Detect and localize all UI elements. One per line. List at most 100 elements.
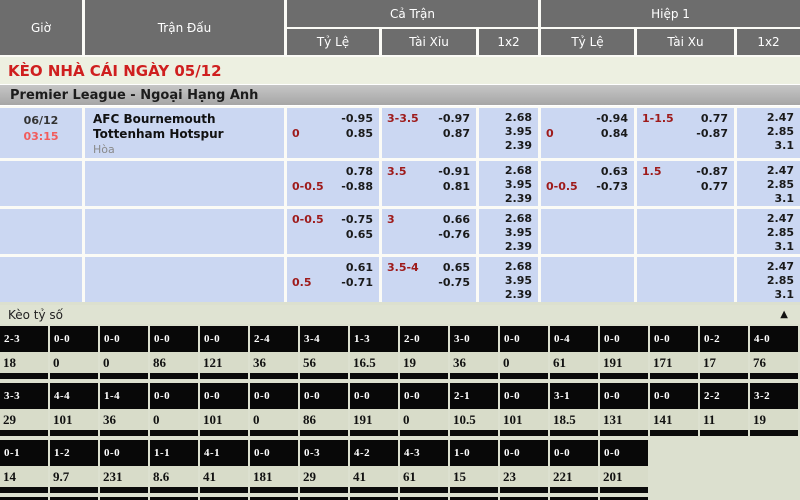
score-cell[interactable]: 1-4	[100, 383, 148, 409]
score-cell[interactable]: 0-2	[700, 326, 748, 352]
score-odds-cell[interactable]: 171	[650, 352, 698, 379]
score-cell[interactable]: 3-0	[450, 326, 498, 352]
odds-cell-h1-1x2[interactable]: 2.472.853.1	[737, 108, 800, 158]
score-odds-cell[interactable]: 76	[750, 352, 798, 379]
score-cell[interactable]: 4-2	[350, 440, 398, 466]
score-cell[interactable]: 0-0	[500, 440, 548, 466]
score-odds-cell[interactable]: 14	[0, 466, 48, 493]
score-cell[interactable]: 0-3	[300, 440, 348, 466]
score-cell[interactable]: 0-0	[500, 326, 548, 352]
score-odds-cell[interactable]: 29	[0, 409, 48, 436]
score-cell[interactable]: 0-0	[400, 383, 448, 409]
score-odds-cell[interactable]: 141	[650, 409, 698, 436]
score-cell[interactable]: 4-3	[400, 440, 448, 466]
league-header[interactable]: Premier League - Ngoại Hạng Anh	[0, 84, 800, 106]
score-odds-cell[interactable]: 0	[250, 409, 298, 436]
odds-cell-ft-overunder[interactable]: 3.5-40.65-0.75	[382, 257, 476, 302]
odds-cell-ft-handicap[interactable]: 0.780-0.5-0.88	[287, 161, 379, 206]
odds-cell-h1-1x2[interactable]: 2.472.853.1	[737, 257, 800, 302]
score-cell[interactable]: 2-3	[0, 326, 48, 352]
score-odds-cell[interactable]: 8.6	[150, 466, 198, 493]
odds-cell-h1-1x2[interactable]: 2.472.853.1	[737, 161, 800, 206]
score-cell[interactable]: 3-2	[750, 383, 798, 409]
odds-cell-ft-overunder[interactable]: 3-3.5-0.970.87	[382, 108, 476, 158]
score-cell[interactable]: 2-2	[700, 383, 748, 409]
score-cell[interactable]: 0-0	[350, 383, 398, 409]
odds-cell-ft-overunder[interactable]: 3.5-0.910.81	[382, 161, 476, 206]
score-odds-cell[interactable]: 0	[400, 409, 448, 436]
odds-cell-ft-1x2[interactable]: 2.683.952.39	[479, 209, 538, 254]
score-odds-cell[interactable]: 61	[550, 352, 598, 379]
score-odds-cell[interactable]: 18	[0, 352, 48, 379]
score-cell[interactable]: 3-3	[0, 383, 48, 409]
score-odds-cell[interactable]: 16.5	[350, 352, 398, 379]
score-odds-cell[interactable]: 191	[350, 409, 398, 436]
score-odds-cell[interactable]: 36	[450, 352, 498, 379]
score-odds-cell[interactable]: 36	[250, 352, 298, 379]
score-odds-cell[interactable]: 18.5	[550, 409, 598, 436]
score-cell[interactable]: 0-1	[0, 440, 48, 466]
score-odds-cell[interactable]: 86	[150, 352, 198, 379]
score-cell[interactable]: 0-0	[200, 383, 248, 409]
score-cell[interactable]: 0-0	[600, 326, 648, 352]
score-cell[interactable]: 0-0	[600, 440, 648, 466]
score-cell[interactable]: 2-4	[250, 326, 298, 352]
match-teams-cell[interactable]	[85, 161, 284, 206]
score-odds-cell[interactable]: 101	[200, 409, 248, 436]
score-cell[interactable]: 1-0	[450, 440, 498, 466]
score-cell[interactable]: 0-0	[100, 326, 148, 352]
score-cell[interactable]: 0-0	[50, 326, 98, 352]
score-odds-cell[interactable]: 36	[100, 409, 148, 436]
score-cell[interactable]: 0-0	[250, 440, 298, 466]
score-odds-cell[interactable]: 41	[200, 466, 248, 493]
match-teams-cell[interactable]	[85, 209, 284, 254]
score-odds-cell[interactable]: 29	[300, 466, 348, 493]
odds-cell-h1-handicap[interactable]: 0.630-0.5-0.73	[541, 161, 634, 206]
odds-cell-ft-1x2[interactable]: 2.683.952.39	[479, 257, 538, 302]
score-odds-cell[interactable]: 10.5	[450, 409, 498, 436]
score-odds-cell[interactable]: 0	[100, 352, 148, 379]
score-odds-cell[interactable]: 17	[700, 352, 748, 379]
odds-cell-ft-handicap[interactable]: 0.610.5-0.71	[287, 257, 379, 302]
odds-cell-h1-handicap[interactable]: -0.9400.84	[541, 108, 634, 158]
score-cell[interactable]: 2-0	[400, 326, 448, 352]
score-cell[interactable]: 1-2	[50, 440, 98, 466]
score-cell[interactable]: 0-0	[500, 383, 548, 409]
score-cell[interactable]: 2-1	[450, 383, 498, 409]
score-cell[interactable]: 4-1	[200, 440, 248, 466]
odds-cell-ft-overunder[interactable]: 30.66-0.76	[382, 209, 476, 254]
score-cell[interactable]: 0-0	[600, 383, 648, 409]
score-odds-cell[interactable]: 41	[350, 466, 398, 493]
odds-cell-h1-1x2[interactable]: 2.472.853.1	[737, 209, 800, 254]
score-odds-cell[interactable]: 0	[500, 352, 548, 379]
score-odds-cell[interactable]: 131	[600, 409, 648, 436]
score-odds-cell[interactable]: 86	[300, 409, 348, 436]
match-teams-cell[interactable]: AFC BournemouthTottenham HotspurHòa	[85, 108, 284, 158]
score-odds-cell[interactable]: 231	[100, 466, 148, 493]
odds-cell-ft-handicap[interactable]: -0.9500.85	[287, 108, 379, 158]
score-odds-cell[interactable]: 56	[300, 352, 348, 379]
score-cell[interactable]: 1-1	[150, 440, 198, 466]
score-odds-cell[interactable]: 121	[200, 352, 248, 379]
score-cell[interactable]: 0-0	[250, 383, 298, 409]
odds-cell-ft-handicap[interactable]: 0-0.5-0.750.65	[287, 209, 379, 254]
score-cell[interactable]: 3-1	[550, 383, 598, 409]
odds-cell-h1-overunder[interactable]: 1.5-0.870.77	[637, 161, 734, 206]
score-cell[interactable]: 1-3	[350, 326, 398, 352]
score-cell[interactable]: 0-0	[550, 440, 598, 466]
score-cell[interactable]: 0-0	[150, 383, 198, 409]
odds-cell-ft-1x2[interactable]: 2.683.952.39	[479, 161, 538, 206]
score-odds-cell[interactable]: 11	[700, 409, 748, 436]
score-odds-cell[interactable]: 0	[50, 352, 98, 379]
score-cell[interactable]: 0-0	[200, 326, 248, 352]
score-cell[interactable]: 0-0	[150, 326, 198, 352]
score-odds-cell[interactable]: 0	[150, 409, 198, 436]
score-odds-cell[interactable]: 61	[400, 466, 448, 493]
score-odds-cell[interactable]: 101	[500, 409, 548, 436]
score-cell[interactable]: 0-0	[300, 383, 348, 409]
score-cell[interactable]: 0-4	[550, 326, 598, 352]
score-odds-cell[interactable]: 221	[550, 466, 598, 493]
score-cell[interactable]: 0-0	[650, 326, 698, 352]
score-cell[interactable]: 0-0	[650, 383, 698, 409]
score-odds-cell[interactable]: 15	[450, 466, 498, 493]
